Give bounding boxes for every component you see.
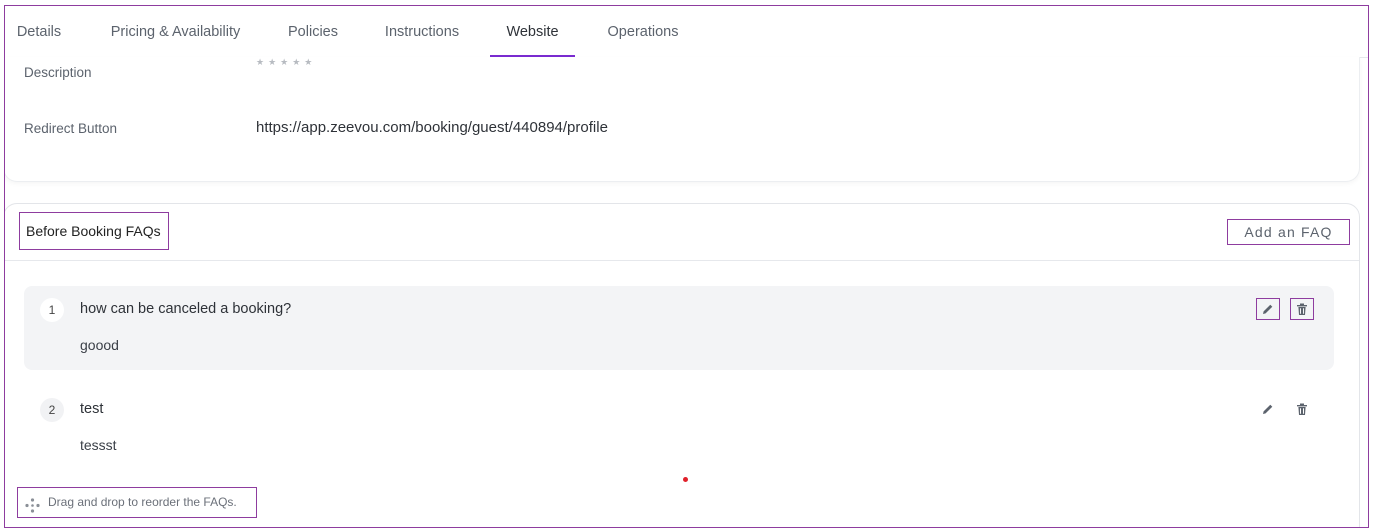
edit-faq-button[interactable] [1256,398,1280,420]
pencil-icon [1263,404,1273,414]
redirect-button-url[interactable]: https://app.zeevou.com/booking/guest/440… [256,119,608,136]
tab-policies[interactable]: Policies [288,6,338,56]
delete-faq-button[interactable] [1290,298,1314,320]
drag-hint-text: Drag and drop to reorder the FAQs. [48,495,237,509]
website-settings-panel: Details Pricing & Availability Policies … [4,5,1369,528]
edit-faq-button[interactable] [1256,298,1280,320]
description-label: Description [24,65,92,80]
website-details-card: ★★★★★ Description Redirect Button https:… [5,57,1360,182]
tab-operations[interactable]: Operations [607,6,679,56]
before-booking-faqs-card: Before Booking FAQs Add an FAQ 1 how can… [5,203,1360,527]
faq-number: 2 [40,398,64,422]
tab-bar: Details Pricing & Availability Policies … [5,6,1368,58]
faq-answer: tessst [80,437,117,453]
tab-website[interactable]: Website [490,6,575,57]
redirect-button-label: Redirect Button [24,121,118,136]
faq-item[interactable]: 2 test tessst [24,386,1334,470]
description-rating-stars: ★★★★★ [256,57,317,67]
faq-section-title: Before Booking FAQs [19,212,169,250]
faq-header-divider [5,260,1359,261]
faq-question: test [80,401,104,417]
tab-details[interactable]: Details [16,6,62,56]
cursor-marker [683,477,688,482]
add-faq-button[interactable]: Add an FAQ [1227,219,1350,245]
faq-answer: goood [80,337,119,353]
drag-reorder-hint: Drag and drop to reorder the FAQs. [17,487,257,518]
pencil-icon [1263,304,1273,314]
delete-faq-button[interactable] [1290,398,1314,420]
move-icon [25,495,40,524]
trash-icon [1297,303,1307,315]
faq-number: 1 [40,298,64,322]
faq-question: how can be canceled a booking? [80,301,292,317]
trash-icon [1297,403,1307,415]
tab-instructions[interactable]: Instructions [384,6,460,56]
faq-item[interactable]: 1 how can be canceled a booking? goood [24,286,1334,370]
tab-pricing-availability[interactable]: Pricing & Availability [109,6,242,56]
